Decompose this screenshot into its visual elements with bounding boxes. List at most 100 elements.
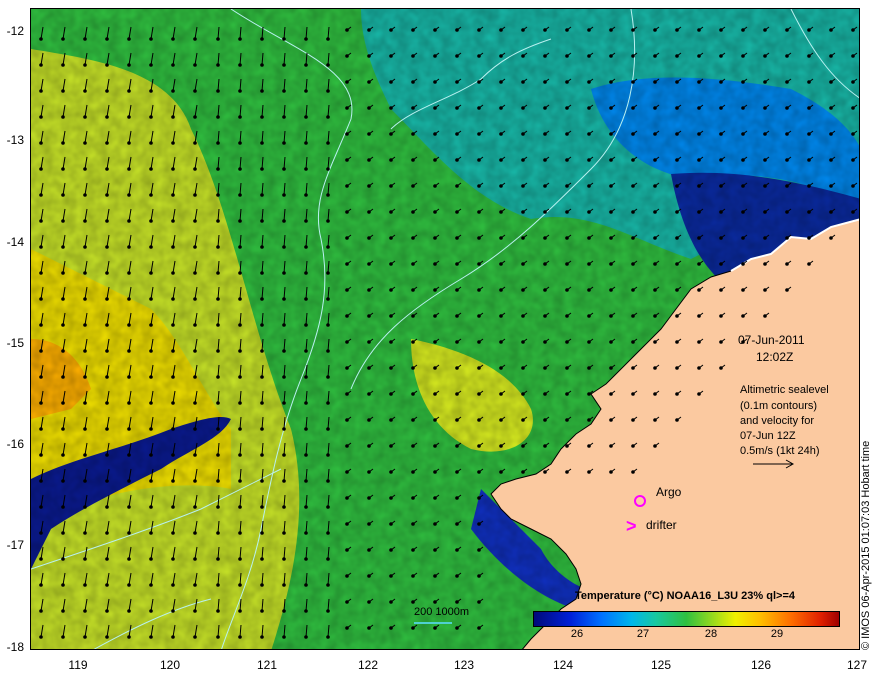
velocity-arrow-head [785,210,789,214]
velocity-arrow-head [216,115,220,119]
velocity-arrow-head [260,193,264,197]
velocity-arrow-head [105,141,109,145]
velocity-arrow-head [61,609,65,613]
map-time: 12:02Z [756,350,794,364]
velocity-arrow-head [238,141,242,145]
velocity-arrow-head [609,28,613,32]
velocity-arrow-head [565,54,569,58]
velocity-arrow-head [83,609,87,613]
velocity-arrow-head [499,470,503,474]
velocity-arrow-head [171,89,175,93]
velocity-arrow-head [697,158,701,162]
velocity-arrow-head [260,557,264,561]
velocity-arrow-head [171,193,175,197]
velocity-arrow-head [455,184,459,188]
velocity-arrow-head [304,479,308,483]
velocity-arrow-head [171,167,175,171]
velocity-arrow-head [587,470,591,474]
velocity-arrow-head [105,219,109,223]
velocity-arrow-head [565,106,569,110]
velocity-arrow-head [304,37,308,41]
velocity-arrow-head [345,548,349,552]
velocity-arrow-head [127,193,131,197]
velocity-arrow-head [653,340,657,344]
velocity-arrow-head [260,219,264,223]
velocity-arrow-head [543,236,547,240]
depth-scale-label: 200 1000m [414,606,470,618]
velocity-arrow-head [39,479,43,483]
velocity-arrow-head [171,531,175,535]
velocity-arrow-head [39,609,43,613]
velocity-arrow-head [367,600,371,604]
velocity-arrow-head [565,366,569,370]
velocity-arrow-head [829,28,833,32]
velocity-arrow-head [304,89,308,93]
velocity-arrow-head [282,141,286,145]
velocity-arrow-head [238,37,242,41]
velocity-arrow-head [455,158,459,162]
velocity-arrow-head [238,401,242,405]
velocity-arrow-head [763,106,767,110]
velocity-arrow-head [499,184,503,188]
velocity-arrow-head [587,184,591,188]
velocity-arrow-head [61,37,65,41]
velocity-arrow-head [345,600,349,604]
velocity-arrow-head [389,340,393,344]
velocity-arrow-head [455,626,459,630]
velocity-arrow-head [260,609,264,613]
velocity-arrow-head [521,106,525,110]
velocity-arrow-head [477,626,481,630]
velocity-arrow-head [171,453,175,457]
velocity-arrow-head [171,323,175,327]
velocity-arrow-head [39,297,43,301]
lat-label-13: -13 [6,133,24,147]
velocity-arrow-head [719,314,723,318]
velocity-arrow-head [304,323,308,327]
velocity-arrow-head [763,158,767,162]
velocity-arrow-head [631,470,635,474]
velocity-arrow-head [565,314,569,318]
velocity-arrow-head [631,80,635,84]
velocity-arrow-head [565,418,569,422]
velocity-arrow-head [127,635,131,639]
velocity-arrow-head [260,635,264,639]
velocity-arrow-head [193,505,197,509]
velocity-arrow-head [304,401,308,405]
velocity-arrow-head [609,366,613,370]
velocity-arrow-head [455,106,459,110]
velocity-arrow-head [851,106,855,110]
velocity-arrow-head [719,80,723,84]
velocity-arrow-head [565,210,569,214]
velocity-arrow-head [675,392,679,396]
lat-label-17: -17 [6,538,24,552]
velocity-arrow-head [543,314,547,318]
velocity-arrow-head [697,340,701,344]
velocity-arrow-head [282,401,286,405]
velocity-arrow-head [61,635,65,639]
velocity-arrow-head [609,80,613,84]
velocity-arrow-head [565,236,569,240]
velocity-arrow-head [389,392,393,396]
velocity-arrow-head [282,609,286,613]
velocity-arrow-head [609,210,613,214]
velocity-arrow-head [807,28,811,32]
velocity-arrow-head [411,236,415,240]
velocity-arrow-head [61,453,65,457]
velocity-arrow-head [367,28,371,32]
velocity-arrow-head [326,167,330,171]
lon-label-119: 119 [68,658,88,672]
velocity-arrow-head [697,184,701,188]
velocity-arrow-head [543,366,547,370]
velocity-arrow-head [149,609,153,613]
velocity-arrow-head [631,314,635,318]
velocity-arrow-head [282,37,286,41]
lon-label-124: 124 [552,658,574,672]
velocity-arrow-head [763,28,767,32]
velocity-arrow-head [411,210,415,214]
velocity-arrow-head [216,609,220,613]
velocity-arrow-head [238,193,242,197]
velocity-arrow-head [411,600,415,604]
velocity-arrow-head [238,323,242,327]
velocity-arrow-head [304,427,308,431]
velocity-arrow-head [631,288,635,292]
